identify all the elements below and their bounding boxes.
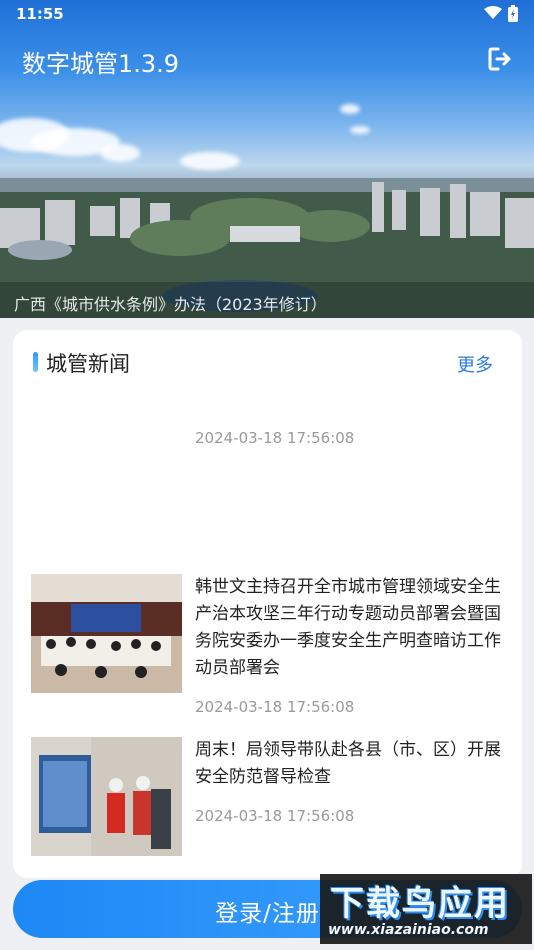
watermark: 下载鸟应用 www.xiazainiao.com: [320, 874, 532, 944]
status-bar: 11:55: [0, 0, 534, 28]
app-title: 数字城管1.3.9: [22, 50, 180, 78]
banner-caption: 广西《城市供水条例》办法（2023年修订）: [0, 282, 534, 318]
news-item[interactable]: 周末！局领导带队赴各县（市、区）开展安全防范督导检查: [31, 737, 501, 857]
news-card: 城管新闻 更多 2024-03-18 17:56:08 韩世文主持召开全市城市管…: [13, 330, 522, 878]
news-title: 韩世文主持召开全市城市管理领域安全生产治本攻坚三年行动专题动员部署会暨国务院安委…: [195, 577, 501, 678]
logout-icon[interactable]: [487, 46, 513, 72]
watermark-logo: 下载鸟应用: [330, 884, 510, 924]
news-thumbnail: [31, 737, 182, 856]
news-title: 周末！局领导带队赴各县（市、区）开展安全防范督导检查: [195, 740, 501, 787]
more-link[interactable]: 更多: [457, 351, 493, 377]
news-item[interactable]: 韩世文主持召开全市城市管理领域安全生产治本攻坚三年行动专题动员部署会暨国务院安委…: [31, 574, 501, 714]
news-date: 2024-03-18 17:56:08: [195, 429, 355, 447]
watermark-url: www.xiazainiao.com: [328, 922, 489, 938]
battery-icon: [508, 5, 518, 22]
section-title-bar: [33, 352, 38, 372]
news-thumbnail: [31, 574, 182, 693]
wifi-icon: [484, 6, 502, 19]
news-date: 2024-03-18 17:56:08: [195, 698, 355, 716]
status-time: 11:55: [16, 5, 64, 23]
news-date: 2024-03-18 17:56:08: [195, 807, 355, 825]
section-title: 城管新闻: [46, 352, 130, 376]
